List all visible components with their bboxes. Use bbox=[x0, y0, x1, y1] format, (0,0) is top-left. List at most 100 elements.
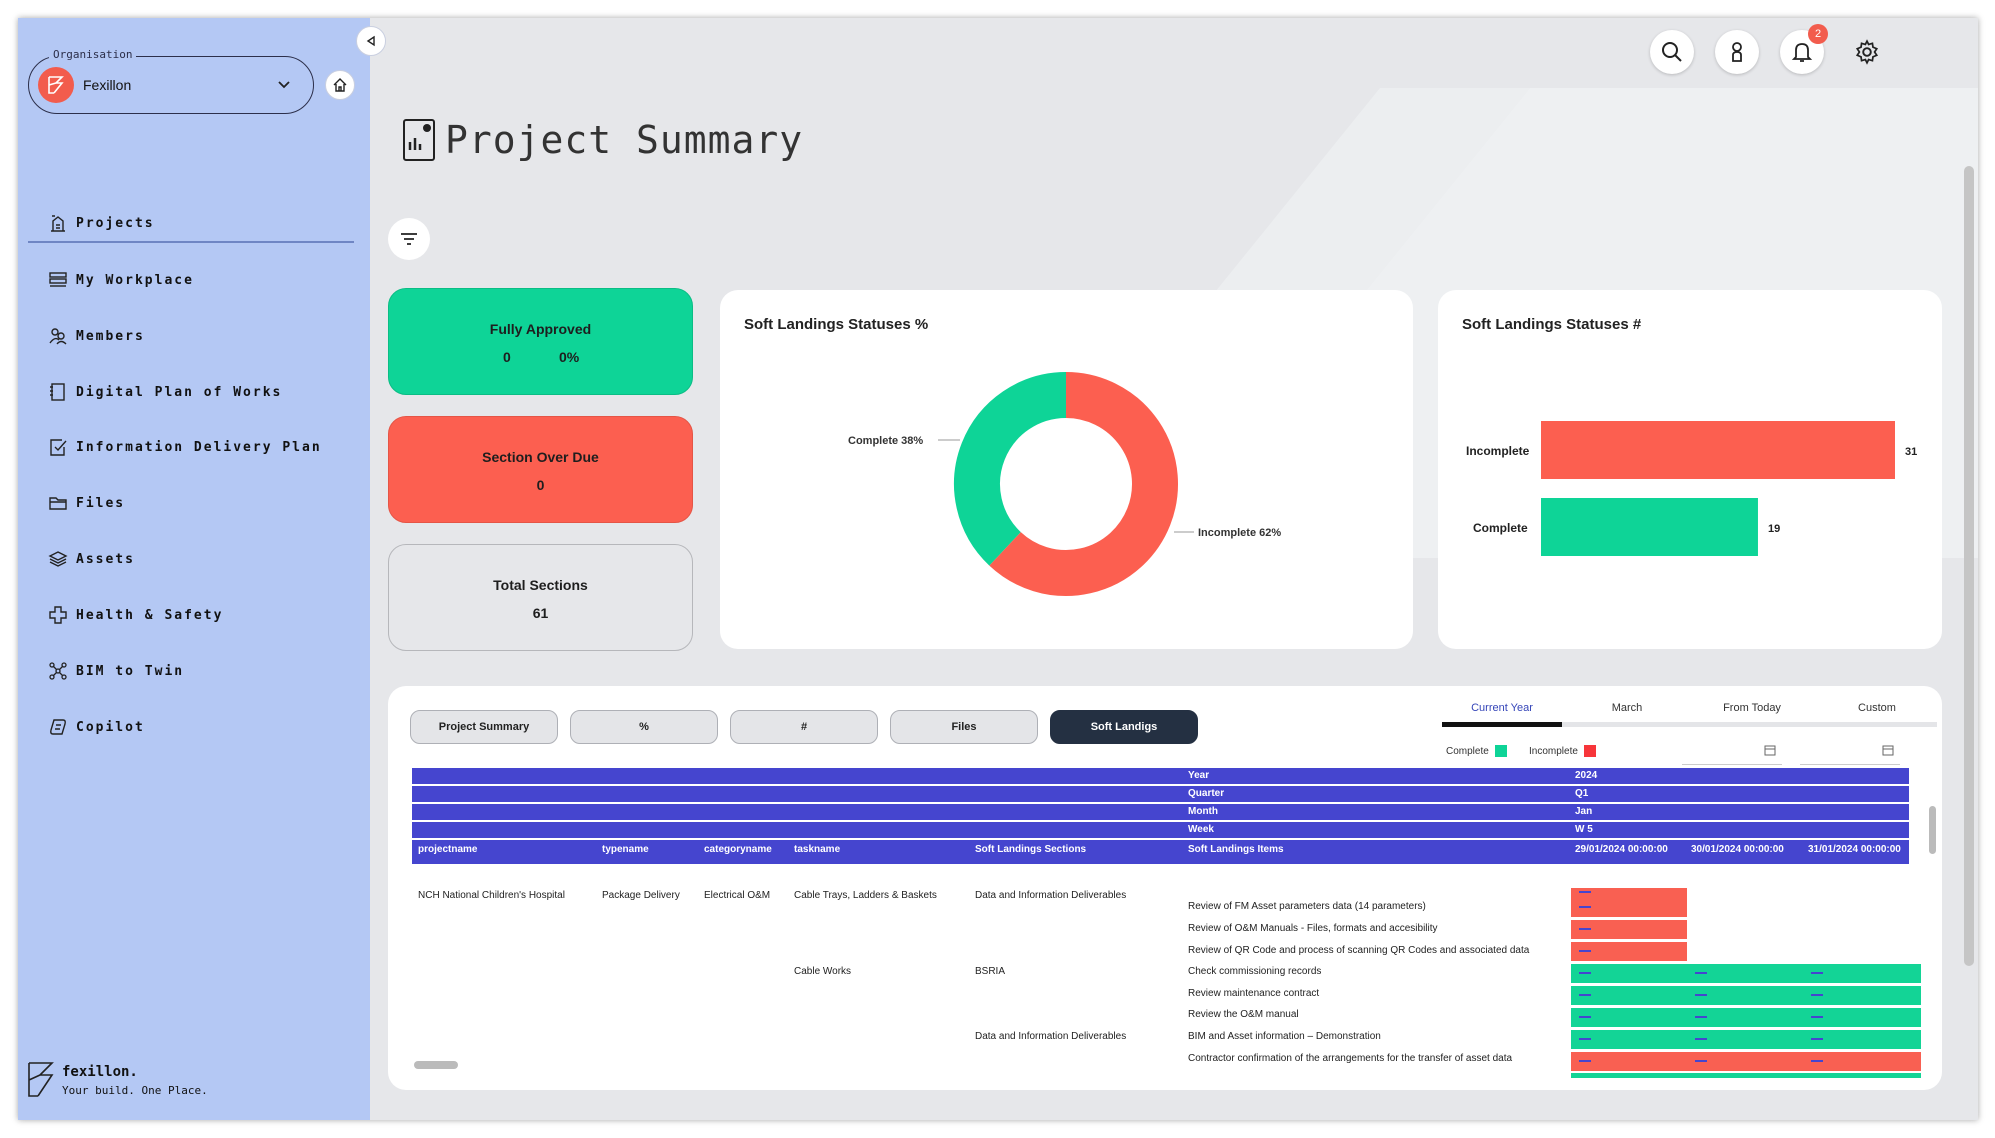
column-header: typename bbox=[602, 844, 649, 855]
period-tab-from-today[interactable]: From Today bbox=[1692, 702, 1812, 714]
status-cell-complete bbox=[1571, 1030, 1921, 1049]
cell-item: Review of O&M Manuals - Files, formats a… bbox=[1188, 923, 1438, 934]
header-label: Year bbox=[1188, 770, 1210, 781]
organisation-name: Fexillon bbox=[83, 77, 132, 93]
column-header: Soft Landings Sections bbox=[975, 844, 1087, 855]
header-row-year: Year 2024 bbox=[412, 768, 1909, 784]
kpi-count: 0 bbox=[503, 349, 511, 365]
status-cell-incomplete bbox=[1571, 1052, 1921, 1071]
kpi-count: 0 bbox=[536, 477, 545, 493]
header-row-month: Month Jan bbox=[412, 804, 1909, 820]
cell-item: Review maintenance contract bbox=[1188, 988, 1320, 999]
sidebar-item-digital-plan-of-works[interactable]: Digital Plan of Works bbox=[46, 377, 282, 407]
cell-section: Data and Information Deliverables bbox=[975, 1031, 1127, 1042]
status-cell-incomplete bbox=[1571, 942, 1687, 961]
matrix-horizontal-scrollbar[interactable] bbox=[414, 1061, 458, 1069]
bim-icon bbox=[46, 659, 70, 683]
sidebar-item-members[interactable]: Members bbox=[46, 321, 145, 351]
home-button[interactable] bbox=[325, 70, 355, 100]
cell-typename: Package Delivery bbox=[602, 890, 680, 901]
header-value: 2024 bbox=[1575, 770, 1598, 781]
end-date-input[interactable] bbox=[1800, 735, 1900, 765]
header-value: Jan bbox=[1575, 806, 1593, 817]
section-overdue-card: Section Over Due 0 bbox=[388, 416, 693, 523]
user-button[interactable] bbox=[1715, 30, 1759, 74]
kpi-percent: 0% bbox=[559, 349, 580, 365]
column-header: projectname bbox=[418, 844, 478, 855]
period-tab-custom[interactable]: Custom bbox=[1817, 702, 1937, 714]
legend-swatch bbox=[1583, 745, 1596, 757]
tab-percent[interactable]: % bbox=[570, 710, 718, 744]
bar-incomplete bbox=[1541, 421, 1895, 479]
sidebar-item-files[interactable]: Files bbox=[46, 488, 125, 518]
status-cell-complete bbox=[1571, 986, 1921, 1005]
cell-categoryname: Electrical O&M bbox=[704, 890, 771, 901]
sidebar-item-label: Assets bbox=[76, 551, 135, 567]
plan-icon bbox=[46, 380, 70, 404]
sidebar-item-my-workplace[interactable]: My Workplace bbox=[46, 265, 194, 295]
sidebar: Organisation Fexillon Projects My Workpl… bbox=[18, 18, 370, 1120]
sidebar-item-label: Digital Plan of Works bbox=[76, 384, 283, 400]
tab-soft-landings[interactable]: Soft Landigs bbox=[1050, 710, 1198, 744]
sidebar-item-health-safety[interactable]: Health & Safety bbox=[46, 600, 223, 630]
notifications-button[interactable]: 2 bbox=[1780, 24, 1828, 74]
header-label: Week bbox=[1188, 824, 1214, 835]
brand-tagline: Your build. One Place. bbox=[62, 1084, 208, 1097]
tab-project-summary[interactable]: Project Summary bbox=[410, 710, 558, 744]
sidebar-item-assets[interactable]: Assets bbox=[46, 544, 135, 574]
kpi-count: 61 bbox=[532, 605, 549, 621]
period-tab-current-year[interactable]: Current Year bbox=[1442, 702, 1562, 714]
members-icon bbox=[46, 324, 70, 348]
cell-item: Review of QR Code and process of scannin… bbox=[1188, 945, 1530, 956]
cell-item: Check commissioning records bbox=[1188, 966, 1322, 977]
copilot-icon bbox=[46, 715, 70, 739]
bar-value-label: 31 bbox=[1905, 446, 1917, 458]
sidebar-item-copilot[interactable]: Copilot bbox=[46, 712, 145, 742]
sidebar-item-label: My Workplace bbox=[76, 272, 194, 288]
delivery-icon bbox=[46, 435, 70, 459]
status-cell-complete bbox=[1571, 1073, 1921, 1078]
cell-projectname: NCH National Children's Hospital bbox=[418, 890, 565, 901]
calendar-icon bbox=[1764, 745, 1776, 756]
collapse-sidebar-button[interactable] bbox=[356, 26, 386, 56]
search-icon bbox=[1662, 42, 1682, 62]
legend-label: Incomplete bbox=[1529, 745, 1578, 757]
organisation-select[interactable]: Organisation Fexillon bbox=[28, 48, 314, 114]
legend-swatch bbox=[1494, 745, 1507, 757]
sidebar-item-bim-to-twin[interactable]: BIM to Twin bbox=[46, 656, 184, 686]
search-button[interactable] bbox=[1650, 30, 1694, 74]
date-header: 31/01/2024 00:00:00 bbox=[1808, 844, 1901, 855]
total-sections-card: Total Sections 61 bbox=[388, 544, 693, 651]
kpi-title: Section Over Due bbox=[482, 449, 599, 465]
bar-chart: Incomplete Complete 31 19 bbox=[1466, 421, 1917, 556]
sidebar-item-information-delivery-plan[interactable]: Information Delivery Plan bbox=[46, 432, 322, 462]
header-label: Quarter bbox=[1188, 788, 1225, 799]
page-scrollbar[interactable] bbox=[1964, 166, 1974, 966]
kpi-title: Fully Approved bbox=[489, 321, 592, 337]
calendar-icon bbox=[1882, 745, 1894, 756]
cell-item: BIM and Asset information – Demonstratio… bbox=[1188, 1031, 1381, 1042]
sidebar-item-projects[interactable]: Projects bbox=[46, 208, 155, 238]
sidebar-item-label: Files bbox=[76, 495, 126, 511]
cell-item: Contractor confirmation of the arrangeme… bbox=[1188, 1053, 1513, 1064]
filter-button[interactable] bbox=[388, 218, 430, 260]
column-header: taskname bbox=[794, 844, 841, 855]
donut-chart: Complete 38% Incomplete 62% bbox=[848, 372, 1281, 596]
tab-files[interactable]: Files bbox=[890, 710, 1038, 744]
start-date-input[interactable] bbox=[1682, 735, 1782, 765]
period-tab-march[interactable]: March bbox=[1567, 702, 1687, 714]
user-icon bbox=[1732, 42, 1742, 62]
home-icon bbox=[333, 78, 347, 92]
sidebar-item-label: Health & Safety bbox=[76, 607, 224, 623]
header-value: W 5 bbox=[1575, 824, 1593, 835]
fully-approved-card: Fully Approved 0 0% bbox=[388, 288, 693, 395]
report-icon bbox=[402, 118, 436, 167]
organisation-logo-icon bbox=[38, 67, 74, 103]
bar-complete bbox=[1541, 498, 1758, 556]
donut-complete-label: Complete 38% bbox=[848, 435, 923, 447]
bar-category-complete: Complete bbox=[1473, 521, 1528, 535]
matrix-vertical-scrollbar[interactable] bbox=[1929, 806, 1936, 854]
tab-count[interactable]: # bbox=[730, 710, 878, 744]
status-cell-incomplete bbox=[1571, 920, 1687, 939]
settings-button[interactable] bbox=[1845, 30, 1889, 74]
